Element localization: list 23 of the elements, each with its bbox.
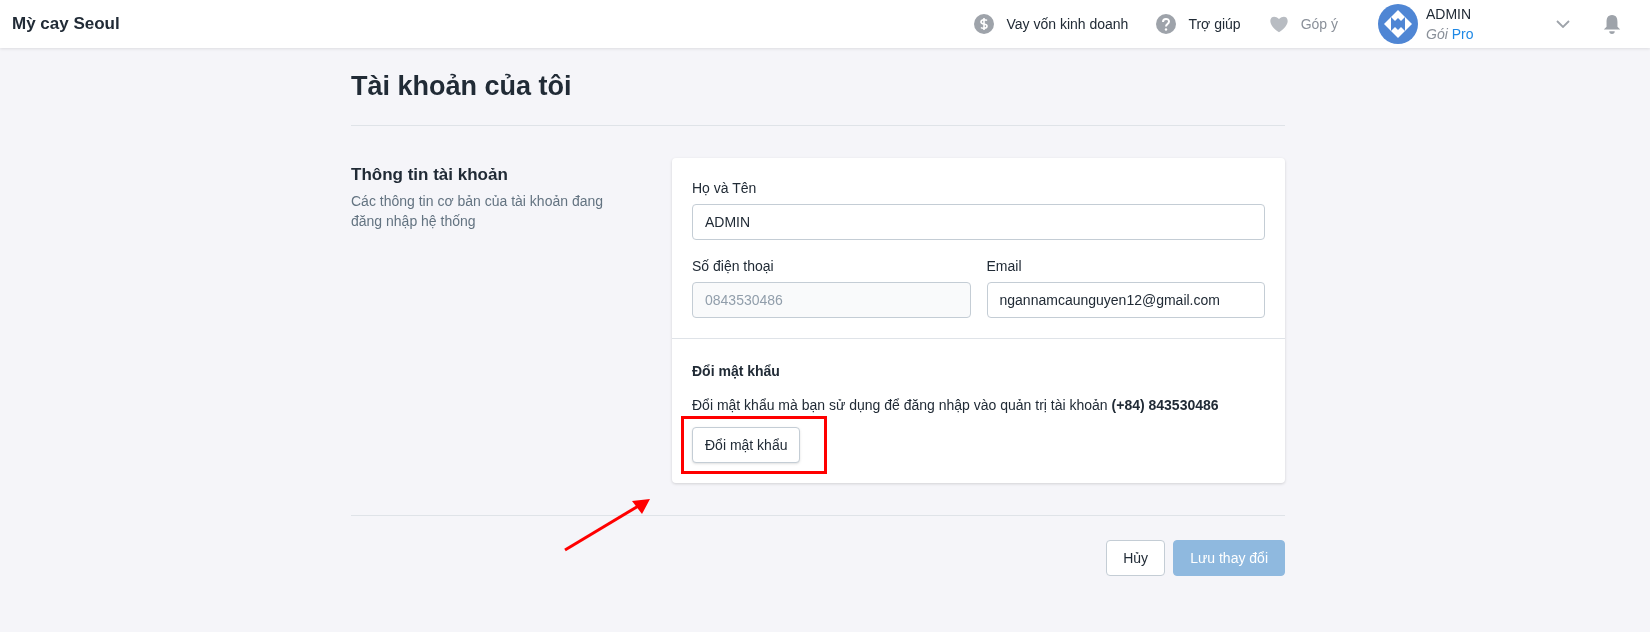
bell-icon[interactable] — [1602, 14, 1622, 34]
change-password-button[interactable]: Đổi mật khẩu — [692, 426, 801, 463]
help-icon — [1156, 14, 1177, 34]
section-description: Các thông tin cơ bản của tài khoản đang đăng nhập hệ thống — [351, 192, 605, 231]
field-label: Email — [986, 256, 1023, 276]
input-field[interactable]: ngannamcaunguyen12@gmail.com — [986, 281, 1265, 318]
page-title: Tài khoản của tôi — [351, 70, 573, 103]
chevron-down-icon[interactable] — [1556, 20, 1570, 28]
section-title: Thông tin tài khoản — [351, 163, 509, 186]
heart-icon — [1268, 14, 1289, 34]
input-field[interactable]: ADMIN — [692, 203, 1265, 240]
nav-link[interactable]: Trợ giúp — [1156, 14, 1241, 34]
password-description: Đổi mật khẩu mà bạn sử dụng để đăng nhập vào quản trị tài khoản (+84) 843530486 — [692, 395, 1220, 415]
avatar-pattern-icon[interactable] — [1378, 4, 1418, 44]
password-title: Đổi mật khẩu — [692, 361, 781, 381]
cancel-button[interactable]: Hủy — [1106, 539, 1166, 576]
dollar-icon — [974, 14, 995, 34]
user-plan: Gói Pro — [1426, 25, 1475, 44]
field-label: Số điện thoại — [692, 256, 775, 276]
field-label: Họ và Tên — [692, 178, 758, 198]
nav-link[interactable]: Vay vốn kinh doanh — [974, 14, 1129, 34]
brand-name: Mỳ cay Seoul — [12, 13, 120, 36]
user-name: ADMIN — [1426, 5, 1473, 24]
